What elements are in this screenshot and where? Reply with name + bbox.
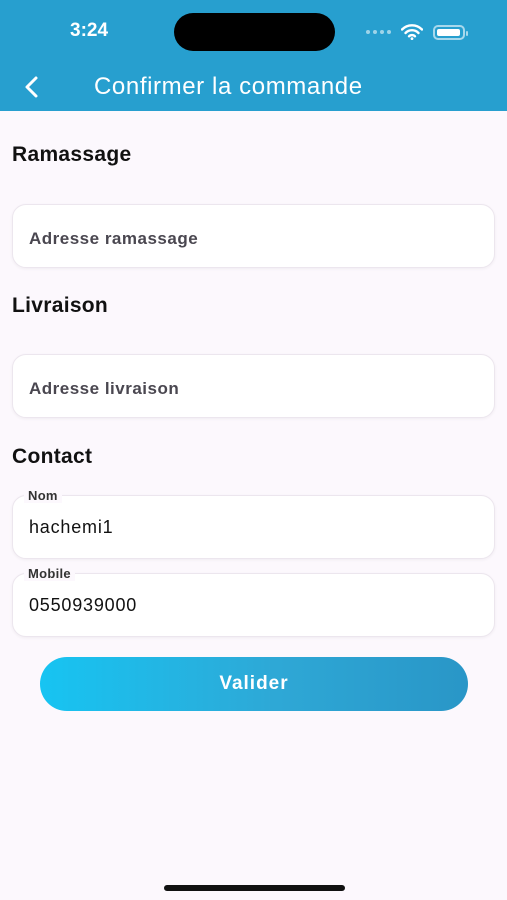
- name-field[interactable]: Nom: [12, 488, 495, 559]
- mobile-input[interactable]: [29, 595, 469, 616]
- delivery-section-title: Livraison: [12, 294, 109, 317]
- page-title: Confirmer la commande: [94, 73, 363, 100]
- pickup-address-field[interactable]: Adresse ramassage: [12, 204, 495, 268]
- dynamic-island: [174, 13, 335, 51]
- delivery-address-placeholder: Adresse livraison: [29, 379, 180, 398]
- battery-icon: [433, 24, 468, 40]
- contact-section-title: Contact: [12, 445, 93, 468]
- pickup-section-title: Ramassage: [12, 143, 132, 166]
- name-field-label: Nom: [24, 488, 62, 503]
- submit-button[interactable]: Valider: [40, 657, 468, 711]
- battery-level: [437, 28, 460, 36]
- pickup-address-placeholder: Adresse ramassage: [29, 229, 199, 248]
- cellular-signal-icon: [366, 30, 391, 34]
- mobile-field[interactable]: Mobile: [12, 566, 495, 637]
- delivery-address-field[interactable]: Adresse livraison: [12, 354, 495, 418]
- status-icons: [366, 22, 468, 42]
- name-input[interactable]: [29, 517, 469, 538]
- wifi-icon: [401, 24, 423, 40]
- app-header: 3:24 Confirmer la commande: [0, 0, 507, 111]
- chevron-left-icon: [25, 76, 38, 98]
- back-button[interactable]: [18, 73, 46, 101]
- home-indicator: [164, 885, 345, 891]
- mobile-field-label: Mobile: [24, 566, 75, 581]
- status-time: 3:24: [70, 20, 109, 41]
